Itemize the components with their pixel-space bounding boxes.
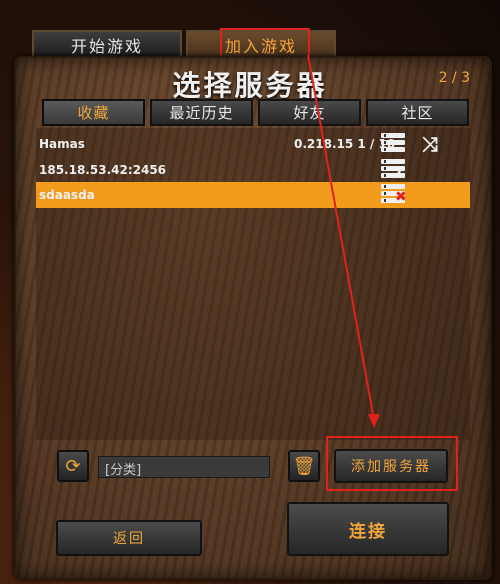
delete-button[interactable]: 🗑 <box>288 450 320 482</box>
tab-start-game[interactable]: 开始游戏 <box>32 30 182 57</box>
tab-community[interactable]: 社区 <box>366 99 469 126</box>
server-online-icon <box>381 133 405 155</box>
server-name: sdaasda <box>39 188 95 202</box>
tab-friends[interactable]: 好友 <box>258 99 361 126</box>
server-row[interactable]: Hamas 0.218.15 1 / 10 ⤨ <box>36 131 470 157</box>
shuffle-icon[interactable]: ⤨ <box>422 132 438 156</box>
server-version-players: 0.218.15 1 / 10 <box>294 137 396 151</box>
category-filter-input[interactable]: [分类] <box>98 456 270 478</box>
highlight-box-add-server <box>326 436 458 491</box>
server-name: Hamas <box>39 137 85 151</box>
connect-button[interactable]: 连接 <box>287 502 449 556</box>
server-row[interactable]: 185.18.53.42:2456 ? <box>36 157 470 183</box>
tab-recent[interactable]: 最近历史 <box>150 99 253 126</box>
refresh-button[interactable]: ⟳ <box>57 450 89 482</box>
back-button[interactable]: 返回 <box>56 520 202 556</box>
trash-icon: 🗑 <box>292 455 316 477</box>
refresh-icon: ⟳ <box>65 455 81 477</box>
server-row-selected[interactable]: sdaasda ✖ <box>36 182 470 208</box>
tab-favorites[interactable]: 收藏 <box>42 99 145 126</box>
page-indicator: 2 / 3 <box>438 70 470 86</box>
page-title: 选择服务器 <box>172 69 328 102</box>
server-unknown-icon: ? <box>381 159 405 181</box>
server-offline-icon: ✖ <box>381 184 407 206</box>
server-name: 185.18.53.42:2456 <box>39 163 167 177</box>
server-list[interactable]: Hamas 0.218.15 1 / 10 ⤨ 185.18.53.42:245… <box>36 128 470 440</box>
highlight-box-join <box>220 28 310 58</box>
